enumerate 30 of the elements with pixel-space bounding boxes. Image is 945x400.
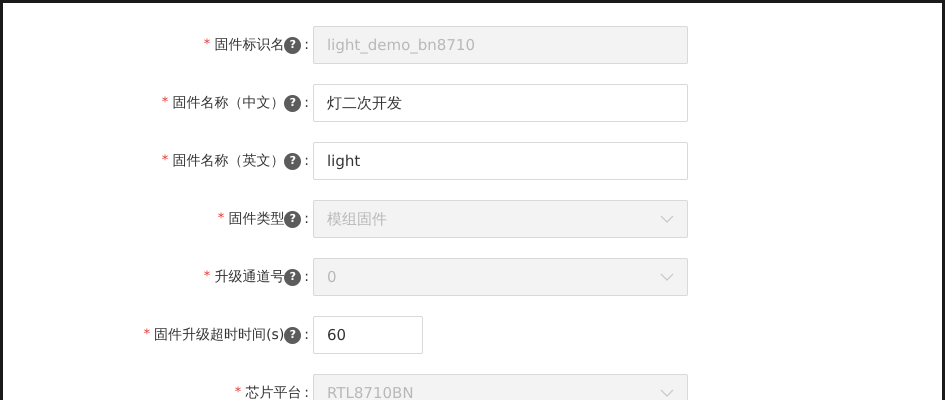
colon: : xyxy=(304,384,309,400)
help-icon[interactable]: ? xyxy=(284,152,302,170)
colon: : xyxy=(304,326,309,344)
colon: : xyxy=(304,268,309,286)
chevron-down-icon xyxy=(660,215,674,223)
required-mark: * xyxy=(204,36,210,54)
colon: : xyxy=(304,36,309,54)
required-mark: * xyxy=(218,210,224,228)
field-label: 升级通道号 xyxy=(214,268,284,286)
field-label: 固件名称（英文） xyxy=(172,152,284,170)
colon: : xyxy=(304,152,309,170)
field-label: 固件类型 xyxy=(228,210,284,228)
required-mark: * xyxy=(162,94,168,112)
field-label: 固件升级超时时间(s) xyxy=(154,326,284,344)
chevron-down-icon xyxy=(660,389,674,397)
required-mark: * xyxy=(204,268,210,286)
required-mark: * xyxy=(144,326,150,344)
colon: : xyxy=(304,94,309,112)
help-icon[interactable]: ? xyxy=(284,94,302,112)
input-field[interactable]: 60 xyxy=(313,316,423,354)
field-label: 固件名称（中文） xyxy=(172,94,284,112)
required-mark: * xyxy=(162,152,168,170)
required-mark: * xyxy=(234,384,242,400)
input-field[interactable]: light xyxy=(313,142,688,180)
help-icon[interactable]: ? xyxy=(284,326,302,344)
field-label: 固件标识名 xyxy=(214,36,284,54)
input-field[interactable]: 灯二次开发 xyxy=(313,84,688,122)
field-label: 芯片平台 xyxy=(245,384,302,400)
chevron-down-icon xyxy=(660,273,674,281)
colon: : xyxy=(304,210,309,228)
